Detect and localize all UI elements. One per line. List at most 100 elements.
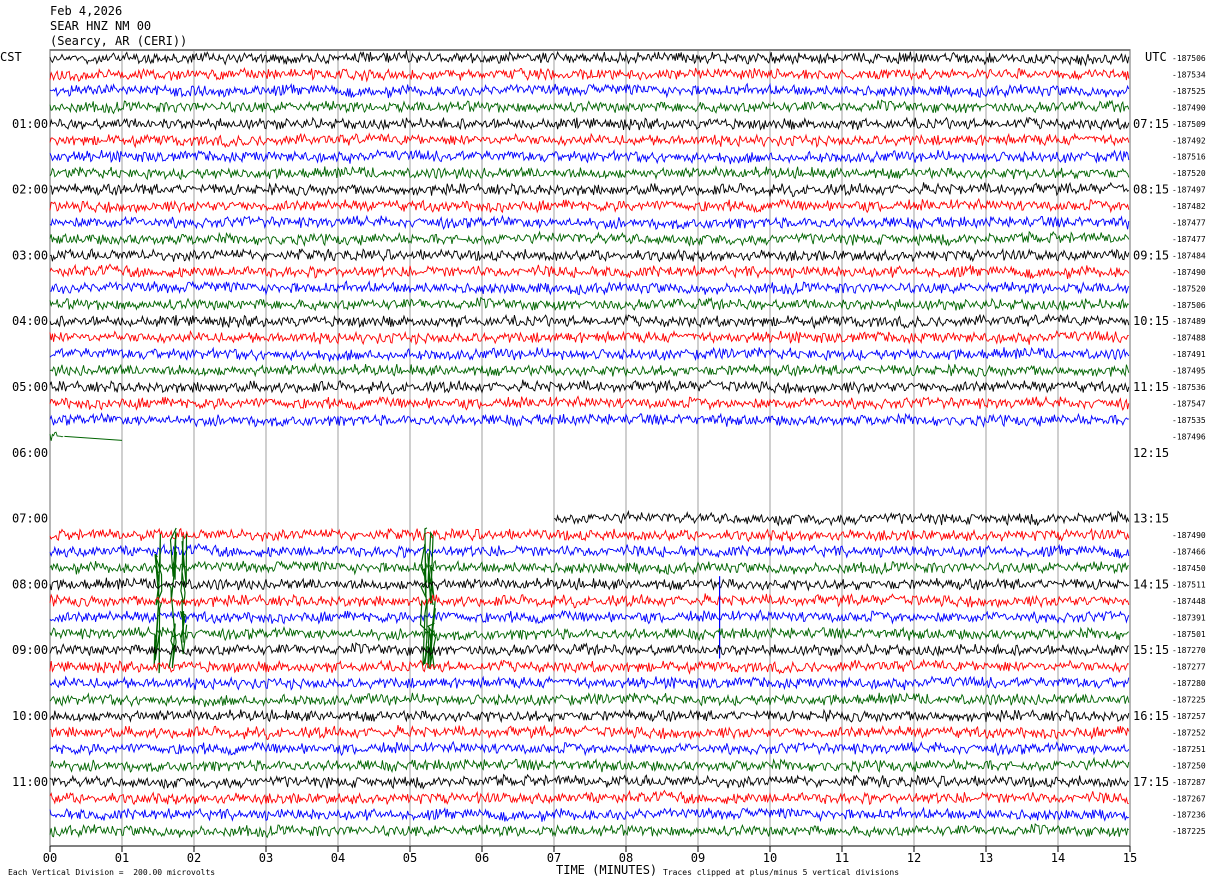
- trace-offset-label: -187511: [1172, 580, 1206, 589]
- trace-row: [49, 230, 1130, 247]
- x-tick-label: 01: [115, 851, 129, 865]
- trace-row: [49, 247, 1130, 263]
- trace-row: [49, 692, 1130, 708]
- trace-row: [49, 527, 1130, 543]
- plot-frame: [49, 49, 1131, 847]
- x-tick-label: 04: [331, 851, 345, 865]
- trace-row: [49, 395, 1130, 411]
- trace-row: [49, 165, 1130, 181]
- trace-row: [49, 806, 1130, 823]
- station-label: SEAR HNZ NM 00: [50, 19, 152, 33]
- x-tick-label: 15: [1123, 851, 1137, 865]
- trace-row: [49, 658, 1129, 675]
- trace-row: [49, 740, 1130, 757]
- trace-offset-label: -187525: [1172, 87, 1206, 96]
- trace-row: [49, 593, 1130, 609]
- clipped-burst: [179, 599, 188, 655]
- trace-offset-label: -187506: [1172, 54, 1206, 63]
- trace-row: [49, 625, 1130, 642]
- trace-offset-label: -187450: [1172, 564, 1206, 573]
- trace-row: [49, 756, 1130, 774]
- right-timezone-label: UTC: [1145, 50, 1167, 64]
- trace-offset-label: -187501: [1172, 630, 1206, 639]
- x-tick-label: 14: [1051, 851, 1065, 865]
- x-tick-label: 10: [763, 851, 777, 865]
- left-hour-label: 03:00: [12, 248, 48, 262]
- trace-row: [49, 823, 1130, 839]
- left-timezone-label: CST: [0, 50, 22, 64]
- trace-row: [49, 542, 1130, 559]
- right-hour-label: 14:15: [1133, 577, 1169, 591]
- trace-offset-label: -187287: [1172, 778, 1206, 787]
- x-tick-label: 06: [475, 851, 489, 865]
- trace-offset-label: -187277: [1172, 663, 1206, 672]
- clipped-burst: [154, 533, 163, 606]
- trace-offset-label: -187497: [1172, 186, 1206, 195]
- trace-row: [49, 181, 1130, 198]
- right-hour-label: 16:15: [1133, 709, 1169, 723]
- location-label: (Searcy, AR (CERI)): [50, 34, 188, 48]
- trace-row: [49, 330, 1129, 346]
- clipped-burst: [427, 601, 437, 670]
- clipped-burst: [167, 527, 177, 601]
- trace-row: [49, 789, 1129, 806]
- trace-row: [49, 431, 64, 441]
- trace-offset-label: -187491: [1172, 350, 1206, 359]
- trace-row: [49, 116, 1130, 131]
- trace-offset-label: -187520: [1172, 284, 1206, 293]
- right-hour-label: 12:15: [1133, 446, 1169, 460]
- trace-row: [553, 509, 1130, 527]
- trace-row: [49, 412, 1129, 428]
- helicorder-plot: 00 01 02 03 04 05 06 07 08 09 10 11 12 13 14 15-187506-…: [12, 49, 1206, 865]
- left-hour-label: 09:00: [12, 643, 48, 657]
- trace-row: [49, 82, 1130, 99]
- trace-row: [49, 559, 1129, 576]
- left-hour-label: 05:00: [12, 380, 48, 394]
- trace-offset-label: -187477: [1172, 235, 1206, 244]
- x-tick-label: 00: [43, 851, 57, 865]
- left-hour-label: 02:00: [12, 183, 48, 197]
- right-hour-label: 07:15: [1133, 117, 1169, 131]
- x-tick-label: 05: [403, 851, 417, 865]
- left-hour-label: 06:00: [12, 446, 48, 460]
- trace-offset-label: -187484: [1172, 251, 1206, 260]
- left-hour-label: 01:00: [12, 117, 48, 131]
- trace-offset-label: -187391: [1172, 613, 1206, 622]
- trace-row: [49, 296, 1129, 312]
- trace-offset-label: -187252: [1172, 728, 1206, 737]
- left-hour-label: 07:00: [12, 512, 48, 526]
- x-tick-label: 09: [691, 851, 705, 865]
- right-hour-label: 17:15: [1133, 775, 1169, 789]
- right-hour-label: 09:15: [1133, 248, 1169, 262]
- clipped-burst: [168, 598, 177, 669]
- trace-offset-label: -187257: [1172, 712, 1206, 721]
- trace-row: [49, 149, 1130, 165]
- trace-row: [49, 773, 1130, 790]
- right-hour-label: 15:15: [1133, 643, 1169, 657]
- trace-row: [49, 50, 1130, 67]
- x-tick-label: 02: [187, 851, 201, 865]
- trace-row: [49, 346, 1130, 362]
- trace-row: [49, 708, 1130, 724]
- x-tick-label: 11: [835, 851, 849, 865]
- trace-offset-label: -187490: [1172, 531, 1206, 540]
- right-hour-label: 11:15: [1133, 380, 1169, 394]
- trace-offset-label: -187535: [1172, 416, 1206, 425]
- trace-offset-label: -187267: [1172, 794, 1206, 803]
- clipped-burst: [180, 533, 188, 605]
- trace-offset-label: -187448: [1172, 597, 1206, 606]
- trace-row: [49, 609, 1130, 625]
- left-hour-label: 10:00: [12, 709, 48, 723]
- trace-row: [49, 642, 1130, 658]
- right-hour-label: 10:15: [1133, 314, 1169, 328]
- x-tick-label: 12: [907, 851, 921, 865]
- x-axis-title: TIME (MINUTES): [556, 863, 658, 877]
- trace-row: [49, 577, 1129, 592]
- trace-row: [49, 263, 1130, 279]
- trace-offset-label: -187520: [1172, 169, 1206, 178]
- trace-offset-label: -187490: [1172, 103, 1206, 112]
- trace-offset-label: -187477: [1172, 219, 1206, 228]
- left-hour-label: 08:00: [12, 577, 48, 591]
- trace-offset-label: -187496: [1172, 432, 1206, 441]
- trace-offset-label: -187488: [1172, 334, 1206, 343]
